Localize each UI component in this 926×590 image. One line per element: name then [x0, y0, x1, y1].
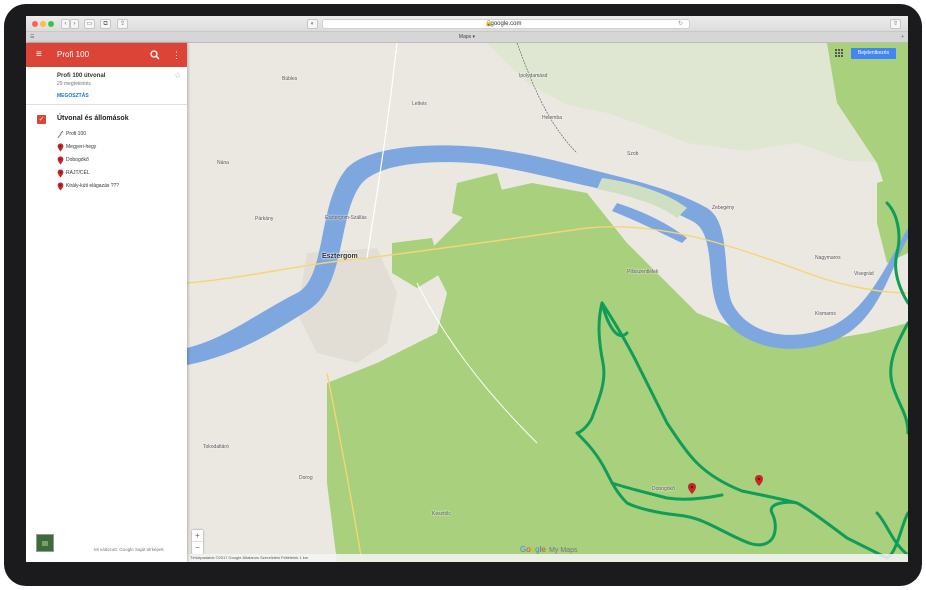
label-dobogoko-map: Dobogókő — [652, 486, 675, 492]
layer-item-route[interactable]: Profi 100 — [57, 130, 182, 140]
layer-item-label: Király-kúti elágazás ??? — [66, 183, 120, 189]
label-pilisszentlelek: Pilisszentlélek — [627, 269, 659, 275]
new-tab-icon[interactable]: + — [901, 32, 904, 43]
layer-item-label: Profi 100 — [66, 131, 87, 137]
label-kesztolc: Kesztölc — [432, 511, 451, 517]
more-options-icon[interactable]: ⋮ — [172, 49, 181, 61]
map-pin-icon — [57, 143, 64, 152]
route-line-icon — [57, 130, 64, 139]
layer-item-kiraly-kut[interactable]: Király-kúti elágazás ??? — [57, 182, 182, 192]
zoom-out-button[interactable]: − — [192, 542, 203, 554]
tab-bar: ☰ Maps ▾ + — [26, 32, 908, 43]
zoom-in-button[interactable]: + — [192, 530, 203, 542]
map-info: Profi 100 útvonal 29 megtekintés MEGOSZT… — [26, 67, 187, 105]
layer-item-dobogoko[interactable]: Dobogókő — [57, 156, 182, 166]
lock-icon: 🔒 — [485, 21, 493, 27]
minimize-window-button[interactable] — [40, 21, 46, 27]
fullscreen-window-button[interactable] — [48, 21, 54, 27]
share-button[interactable]: MEGOSZTÁS — [57, 93, 89, 99]
label-bubles: Búbles — [282, 76, 298, 82]
label-nana: Nána — [217, 160, 229, 166]
forward-arrow-icon[interactable]: › — [70, 19, 79, 29]
label-visegrad: Visegrád — [854, 271, 874, 277]
share-page-icon[interactable]: ⇧ — [890, 19, 901, 29]
base-map-thumbnail[interactable] — [36, 534, 54, 552]
privacy-shield-icon[interactable]: ◐ — [307, 19, 318, 29]
sidebar-header: ≡ Profi 100 ⋮ — [26, 43, 187, 67]
layer-item-megyeri-hegy[interactable]: Megyeri-hegy — [57, 143, 182, 153]
sidebar-toggle-icon[interactable]: ▭ — [84, 19, 95, 29]
hamburger-menu-icon[interactable]: ≡ — [36, 49, 42, 61]
tab-title[interactable]: Maps ▾ — [459, 34, 475, 40]
label-ipolydamasd: Ipolydamásd — [519, 73, 548, 79]
layer-title[interactable]: Útvonal és állomások — [57, 115, 129, 122]
bookmarks-icon[interactable]: ☰ — [30, 32, 34, 43]
map-canvas[interactable]: Esztergom Esztergom-Szállás Pilisszentlé… — [187, 43, 908, 562]
label-nagymaros: Nagymaros — [815, 255, 841, 261]
view-count: 29 megtekintés — [57, 81, 91, 87]
my-maps-sidebar: ≡ Profi 100 ⋮ Profi 100 útvonal 29 megte… — [26, 43, 187, 562]
layer-item-start-finish[interactable]: RAJT/CÉL — [57, 169, 182, 179]
my-maps-text: My Maps — [549, 547, 578, 554]
label-zebegeny: Zebegény — [712, 205, 735, 211]
browser-window: ‹ › ▭ ⧉ ⇪ ◐ 🔒 google.com ↻ ⇧ ☰ Maps ▾ + … — [26, 16, 908, 562]
browser-toolbar: ‹ › ▭ ⧉ ⇪ ◐ 🔒 google.com ↻ ⇧ — [26, 16, 908, 32]
map-pin-icon — [57, 169, 64, 178]
label-dorog: Dorog — [299, 475, 313, 481]
apps-grid-icon[interactable] — [835, 49, 843, 57]
device-frame: ‹ › ▭ ⧉ ⇪ ◐ 🔒 google.com ↻ ⇧ ☰ Maps ▾ + … — [4, 4, 922, 586]
map-attribution: Térképadatok ©2017 Google Általános Szer… — [187, 554, 908, 562]
label-letkes: Letkés — [412, 101, 427, 107]
label-tokod: Tokodaltáró — [203, 444, 229, 450]
label-parkany: Párkány — [255, 216, 274, 222]
label-esztergom: Esztergom — [322, 253, 358, 260]
share-icon[interactable]: ⇪ — [117, 19, 128, 29]
tabs-overview-icon[interactable]: ⧉ — [100, 19, 111, 29]
address-bar[interactable]: 🔒 google.com ↻ — [322, 19, 690, 29]
close-window-button[interactable] — [32, 21, 38, 27]
layer-item-label: Dobogókő — [66, 157, 89, 163]
google-my-maps-logo: Google My Maps — [520, 545, 578, 554]
map-pin-icon — [57, 156, 64, 165]
sidebar-title: Profi 100 — [57, 50, 90, 59]
sign-in-button[interactable]: Bejelentkezés — [851, 48, 896, 59]
layer-item-label: RAJT/CÉL — [66, 170, 90, 176]
back-arrow-icon[interactable]: ‹ — [61, 19, 70, 29]
zoom-control: + − — [192, 530, 203, 554]
map-pin-icon — [57, 182, 64, 191]
url-text: google.com — [490, 21, 522, 27]
sidebar-footer: Mi változott: Google Saját térképek — [26, 533, 187, 562]
label-szob: Szob — [627, 151, 639, 157]
layer-item-label: Megyeri-hegy — [66, 144, 97, 150]
layer-checkbox[interactable]: ✓ — [37, 115, 46, 124]
star-icon[interactable]: ☆ — [174, 71, 181, 80]
label-helemba: Helemba — [542, 115, 563, 121]
reload-icon[interactable]: ↻ — [678, 20, 683, 28]
search-icon[interactable] — [150, 49, 160, 61]
label-kismaros: Kismaros — [815, 311, 836, 317]
whats-new-link[interactable]: Mi változott: Google Saját térképek — [94, 547, 164, 552]
map-name[interactable]: Profi 100 útvonal — [57, 73, 105, 79]
label-esztergom-szallas: Esztergom-Szállás — [325, 215, 367, 221]
